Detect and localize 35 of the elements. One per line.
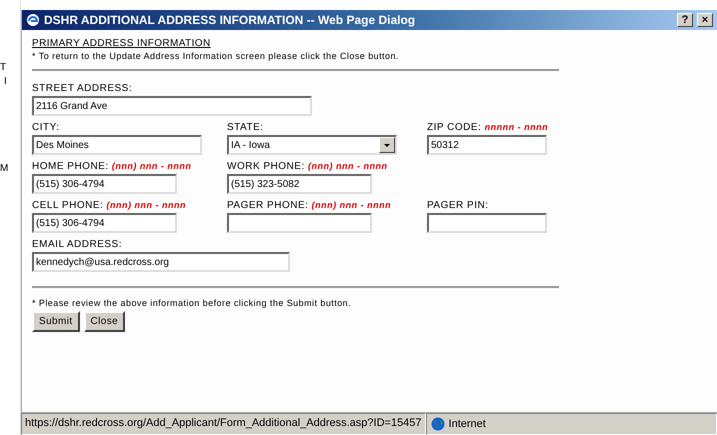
background-text: I bbox=[3, 76, 8, 89]
text-field[interactable]: kennedych@usa.redcross.org bbox=[32, 252, 290, 272]
footer-note: * Please review the above information before clicking the Submit button. bbox=[32, 298, 352, 308]
field-label: STREET ADDRESS: bbox=[32, 83, 132, 94]
text-field[interactable] bbox=[427, 213, 547, 233]
close-button[interactable]: × bbox=[697, 13, 713, 27]
window-title: DSHR ADDITIONAL ADDRESS INFORMATION -- Web Page Dialog bbox=[44, 13, 416, 27]
intro-note: * To return to the Update Address Information screen please click the Close button. bbox=[32, 51, 399, 61]
field-label: EMAIL ADDRESS: bbox=[32, 239, 122, 250]
section-heading: PRIMARY ADDRESS INFORMATION bbox=[32, 38, 211, 49]
field-label: ZIP CODE: nnnnn - nnnn bbox=[427, 122, 548, 133]
state-dropdown[interactable]: IA - Iowa bbox=[227, 135, 397, 155]
field-label: HOME PHONE: (nnn) nnn - nnnn bbox=[32, 161, 192, 172]
help-button[interactable]: ? bbox=[677, 13, 693, 27]
text-field[interactable] bbox=[227, 213, 372, 233]
globe-icon bbox=[430, 417, 445, 431]
submit-button[interactable]: Submit bbox=[32, 311, 80, 332]
text-field[interactable]: Des Moines bbox=[32, 135, 202, 155]
text-field[interactable]: 50312 bbox=[427, 135, 547, 155]
field-label: CELL PHONE: (nnn) nnn - nnnn bbox=[32, 200, 186, 211]
text-field[interactable]: (515) 323-5082 bbox=[227, 174, 372, 194]
text-field[interactable]: 2116 Grand Ave bbox=[32, 96, 312, 116]
text-field[interactable]: (515) 306-4794 bbox=[32, 174, 177, 194]
background-text: M bbox=[0, 163, 10, 176]
field-label: WORK PHONE: (nnn) nnn - nnnn bbox=[227, 161, 388, 172]
status-url: https://dshr.redcross.org/Add_Applicant/Form_Additional_Address.asp?ID=15457 bbox=[21, 413, 426, 435]
close-button[interactable]: Close bbox=[84, 311, 126, 332]
browser-icon bbox=[26, 13, 40, 27]
text-field[interactable]: (515) 306-4794 bbox=[32, 213, 177, 233]
background-text: T bbox=[0, 62, 8, 75]
field-label: PAGER PHONE: (nnn) nnn - nnnn bbox=[227, 200, 392, 211]
field-label: STATE: bbox=[227, 122, 264, 133]
field-label: PAGER PIN: bbox=[427, 200, 488, 211]
field-label: CITY: bbox=[32, 122, 60, 133]
security-zone: Internet bbox=[448, 418, 486, 430]
